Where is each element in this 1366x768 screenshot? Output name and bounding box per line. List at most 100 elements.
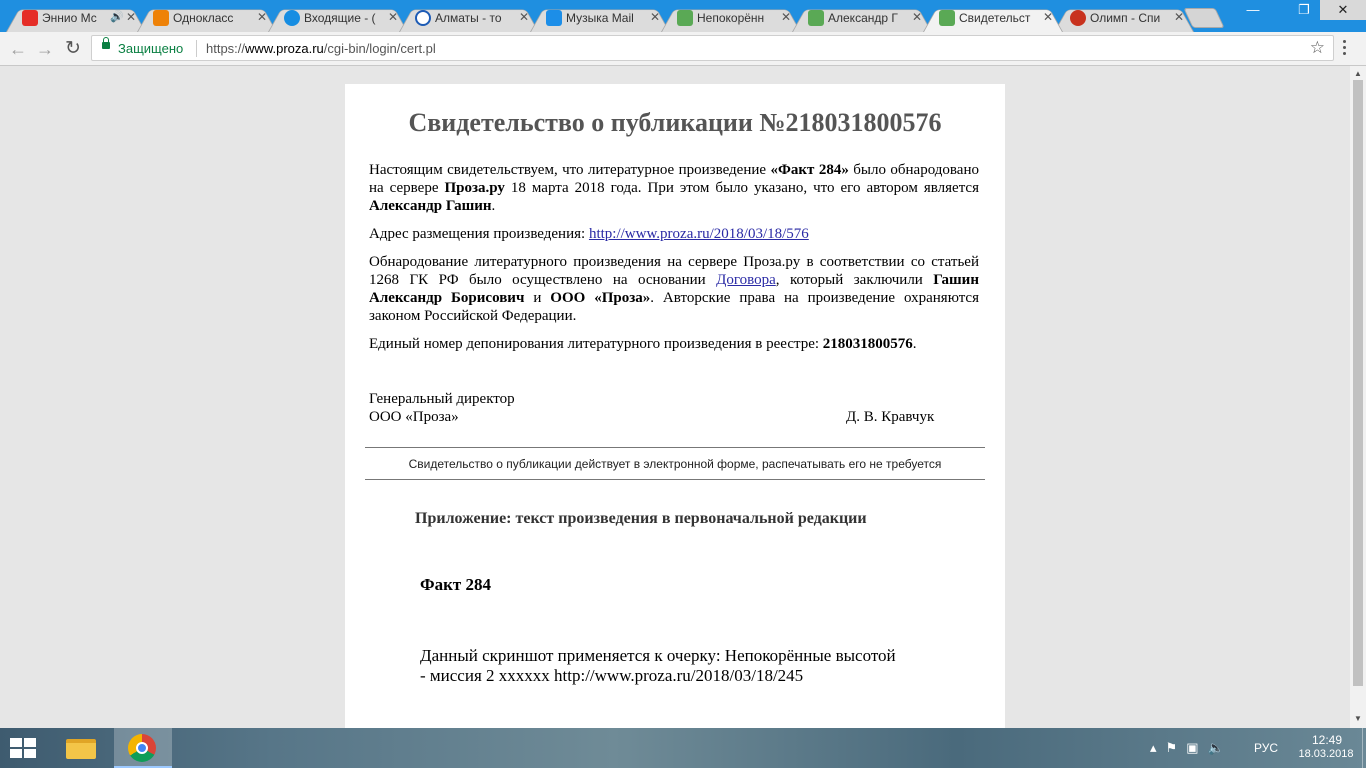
- olimp-icon: [1070, 10, 1086, 26]
- certificate-paragraph-2: Адрес размещения произведения: http://ww…: [369, 225, 979, 243]
- tab-inbox[interactable]: Входящие - ( ✕: [268, 3, 408, 32]
- close-icon[interactable]: ✕: [257, 10, 267, 24]
- clock-time[interactable]: 12:49: [1307, 733, 1347, 747]
- tray-icons[interactable]: ▴⚑▣🔈: [1150, 740, 1233, 756]
- clock-date[interactable]: 18.03.2018: [1295, 748, 1357, 760]
- browser-toolbar: ← → ↻ Защищено https://www.proza.ru/cgi-…: [0, 32, 1366, 66]
- certificate-page: Свидетельство о публикации №218031800576…: [345, 84, 1005, 728]
- restore-icon[interactable]: ❐: [1290, 0, 1318, 20]
- work-name: «Факт 284»: [770, 162, 849, 178]
- proza-icon: [808, 10, 824, 26]
- tab-music[interactable]: Музыка Mail ✕: [530, 3, 670, 32]
- certificate-paragraph-4: Единый номер депонирования литературного…: [369, 335, 979, 353]
- chrome-taskbar-button[interactable]: [114, 728, 172, 768]
- signer-name: Д. В. Кравчук: [846, 409, 935, 425]
- tab-title: Непокорённ: [697, 11, 765, 25]
- close-icon[interactable]: ✕: [519, 10, 529, 24]
- clock-icon: [415, 10, 431, 26]
- tab-title: Олимп - Спи: [1090, 11, 1161, 25]
- text: .: [912, 336, 917, 352]
- work-text-line: Данный скриншот применяется к очерку: Не…: [420, 646, 896, 665]
- close-icon[interactable]: ✕: [388, 10, 398, 24]
- server-name: Проза.ру: [444, 180, 505, 196]
- folder-icon: [66, 739, 96, 759]
- speaker-icon[interactable]: 🔊: [110, 10, 124, 23]
- registry-label: Единый номер депонирования литературного…: [369, 336, 823, 352]
- show-desktop-button[interactable]: [1362, 728, 1366, 768]
- text: , который заключили: [775, 272, 934, 288]
- divider: [365, 479, 985, 480]
- tab-youtube[interactable]: Эннио Мс 🔊 ✕: [6, 3, 146, 32]
- work-url-link[interactable]: http://www.proza.ru/2018/03/18/576: [589, 226, 809, 242]
- reload-icon[interactable]: ↻: [61, 37, 85, 61]
- divider: [196, 40, 197, 57]
- flag-icon[interactable]: ⚑: [1166, 740, 1187, 755]
- forward-icon[interactable]: →: [33, 37, 57, 61]
- youtube-icon: [22, 10, 38, 26]
- music-icon: [546, 10, 562, 26]
- tab-aleksandr[interactable]: Александр Г ✕: [792, 3, 932, 32]
- tab-title: Александр Г: [828, 11, 898, 25]
- work-title: Факт 284: [420, 575, 491, 594]
- certificate-note: Свидетельство о публикации действует в э…: [408, 457, 942, 471]
- tab-title: Однокласс: [173, 11, 234, 25]
- author-name: Александр Гашин: [369, 198, 492, 214]
- tab-nepokorennye[interactable]: Непокорённ ✕: [661, 3, 801, 32]
- text: .: [491, 198, 496, 214]
- scrollbar-thumb[interactable]: [1353, 80, 1363, 686]
- tab-certificate[interactable]: Свидетельст ✕: [923, 3, 1063, 32]
- url-prefix: https://: [206, 41, 246, 56]
- tab-almaty[interactable]: Алматы - то ✕: [399, 3, 539, 32]
- close-icon[interactable]: ✕: [1043, 10, 1053, 24]
- language-indicator[interactable]: РУС: [1254, 741, 1278, 755]
- tab-olimp[interactable]: Олимп - Спи ✕: [1054, 3, 1194, 32]
- lock-icon: [102, 37, 110, 49]
- close-icon[interactable]: ✕: [1174, 10, 1184, 24]
- registry-number: 218031800576: [822, 336, 913, 352]
- secure-label: Защищено: [118, 41, 184, 56]
- back-icon[interactable]: ←: [6, 37, 30, 61]
- tab-odnoklassniki[interactable]: Однокласс ✕: [137, 3, 277, 32]
- address-label: Адрес размещения произведения:: [369, 226, 589, 242]
- work-text: Данный скриншот применяется к очерку: Не…: [420, 646, 940, 686]
- close-icon[interactable]: ✕: [912, 10, 922, 24]
- close-icon[interactable]: ✕: [650, 10, 660, 24]
- chevron-up-icon[interactable]: ▴: [1150, 740, 1166, 755]
- minimize-icon[interactable]: —: [1238, 0, 1268, 20]
- contract-link[interactable]: Договора: [716, 272, 776, 288]
- party-company: ООО «Проза»: [550, 290, 651, 306]
- scroll-up-icon[interactable]: ▲: [1354, 69, 1362, 78]
- scroll-down-icon[interactable]: ▼: [1354, 714, 1362, 723]
- vertical-scrollbar[interactable]: ▲ ▼: [1350, 66, 1366, 728]
- odnoklassniki-icon: [153, 10, 169, 26]
- windows-start-icon[interactable]: [10, 738, 38, 758]
- tab-strip: Эннио Мс 🔊 ✕ Однокласс ✕ Входящие - ( ✕ …: [0, 0, 1366, 32]
- url-text[interactable]: https://www.proza.ru/cgi-bin/login/cert.…: [206, 41, 436, 56]
- address-bar[interactable]: Защищено https://www.proza.ru/cgi-bin/lo…: [91, 35, 1334, 61]
- taskbar: ▴⚑▣🔈 РУС 12:49 18.03.2018: [0, 728, 1366, 768]
- tab-title: Музыка Mail: [566, 11, 634, 25]
- tab-title: Входящие - (: [304, 11, 376, 25]
- window-close-icon[interactable]: ✕: [1320, 0, 1366, 20]
- page-viewport: Свидетельство о публикации №218031800576…: [0, 66, 1350, 728]
- certificate-paragraph-3: Обнародование литературного произведения…: [369, 253, 979, 325]
- text: Настоящим свидетельствуем, что литератур…: [369, 162, 771, 178]
- menu-icon[interactable]: [1342, 40, 1348, 58]
- work-text-line: - миссия 2 хххххх http://www.proza.ru/20…: [420, 666, 804, 685]
- tab-title: Свидетельст: [959, 11, 1031, 25]
- certificate-title: Свидетельство о публикации №218031800576: [408, 108, 942, 137]
- divider: [365, 447, 985, 448]
- network-icon[interactable]: ▣: [1186, 740, 1207, 755]
- text: 18 марта 2018 года. При этом было указан…: [504, 180, 979, 196]
- mail-icon: [284, 10, 300, 26]
- file-explorer-taskbar-button[interactable]: [52, 728, 110, 768]
- proza-icon: [939, 10, 955, 26]
- chrome-icon-center: [136, 742, 148, 754]
- text: и: [524, 290, 551, 306]
- bookmark-star-icon[interactable]: ☆: [1310, 38, 1325, 58]
- url-host: www.proza.ru: [245, 41, 324, 56]
- close-icon[interactable]: ✕: [126, 10, 136, 24]
- signer-position: Генеральный директор: [369, 391, 515, 407]
- volume-icon[interactable]: 🔈: [1207, 740, 1232, 755]
- close-icon[interactable]: ✕: [781, 10, 791, 24]
